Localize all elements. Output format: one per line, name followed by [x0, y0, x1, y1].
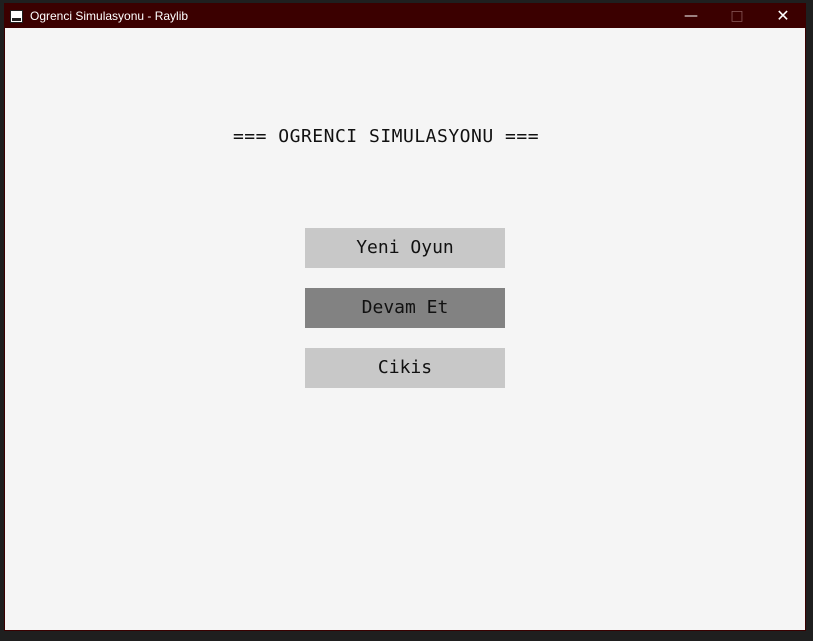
title-bar[interactable]: Ogrenci Simulasyonu - Raylib — □ ✕	[5, 4, 805, 28]
continue-button[interactable]: Devam Et	[305, 288, 505, 328]
window-title: Ogrenci Simulasyonu - Raylib	[30, 9, 189, 23]
maximize-button[interactable]: □	[714, 4, 760, 28]
game-canvas: === OGRENCI SIMULASYONU === Yeni Oyun De…	[5, 28, 805, 630]
minimize-button[interactable]: —	[668, 4, 714, 28]
close-button[interactable]: ✕	[760, 4, 806, 28]
new-game-button[interactable]: Yeni Oyun	[305, 228, 505, 268]
exit-button[interactable]: Cikis	[305, 348, 505, 388]
app-window: Ogrenci Simulasyonu - Raylib — □ ✕ === O…	[4, 3, 806, 631]
raylib-icon	[10, 10, 23, 23]
icon-mark	[12, 18, 21, 21]
menu-title: === OGRENCI SIMULASYONU ===	[232, 126, 540, 147]
